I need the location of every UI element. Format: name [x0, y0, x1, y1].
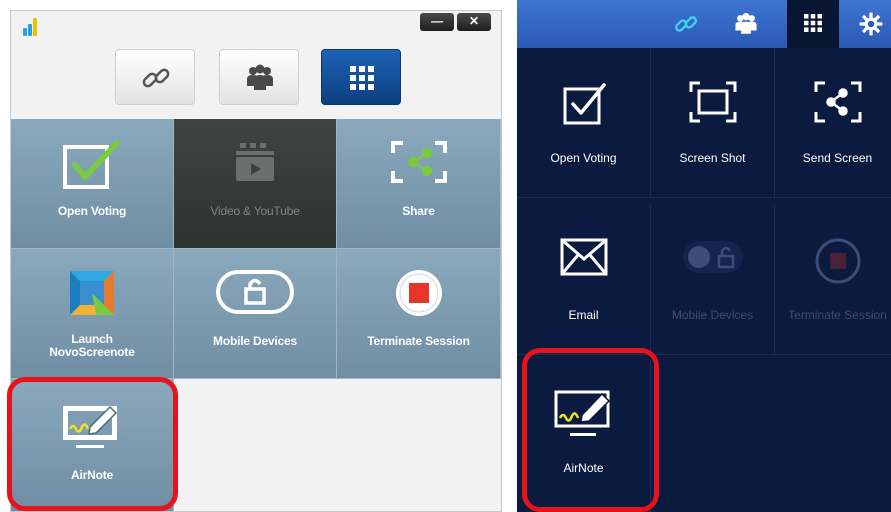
tile-email[interactable]: Email: [517, 205, 651, 355]
people-icon: [735, 13, 757, 34]
airnote-icon: [554, 390, 610, 436]
gear-icon: [859, 12, 883, 36]
people-icon: [247, 64, 273, 90]
grid-icon: [350, 66, 374, 90]
link-icon: [674, 16, 698, 32]
tile-label: Launch NovoScreenote: [49, 332, 135, 359]
tile-label: Share: [402, 204, 435, 218]
lock-icon: [216, 270, 294, 314]
tab-link[interactable]: [115, 49, 195, 105]
tile-launch-novoscreenote[interactable]: Launch NovoScreenote: [11, 249, 174, 379]
tile-send-screen[interactable]: Send Screen: [775, 48, 891, 198]
tile-label: Video & YouTube: [210, 204, 300, 218]
checkbox-icon: [563, 83, 606, 125]
novoscreenote-icon: [70, 271, 114, 315]
link-icon: [142, 68, 170, 88]
app-logo-icon: [23, 18, 39, 36]
title-bar: — ✕: [11, 11, 501, 41]
tile-terminate-session: Terminate Session: [775, 205, 891, 355]
tile-open-voting[interactable]: Open Voting: [517, 48, 651, 198]
tab-functions[interactable]: [787, 0, 839, 48]
tile-label: AirNote: [563, 461, 604, 475]
toggle-lock-icon: [682, 241, 743, 273]
share-screen-icon: [390, 141, 447, 183]
tile-label: Email: [568, 308, 599, 322]
empty-area: [174, 379, 501, 511]
desktop-app-window: — ✕ Open Voting Video & YouTube Share La…: [10, 10, 502, 512]
grid-icon: [804, 14, 822, 32]
tile-screen-shot[interactable]: Screen Shot: [651, 48, 775, 198]
tile-airnote[interactable]: AirNote: [517, 360, 651, 512]
checkbox-icon: [63, 140, 120, 189]
android-app-screen: Open Voting Screen Shot Send Screen Emai…: [517, 0, 891, 512]
tile-label: Mobile Devices: [213, 334, 297, 348]
close-button[interactable]: ✕: [457, 13, 491, 31]
envelope-icon: [560, 238, 607, 276]
tile-label: AirNote: [71, 468, 113, 482]
tile-label: Open Voting: [57, 204, 127, 218]
tab-functions[interactable]: [321, 49, 401, 105]
share-screen-icon: [814, 81, 861, 123]
tile-mobile-devices[interactable]: Mobile Devices: [174, 249, 337, 379]
tile-label: Send Screen: [802, 151, 873, 165]
tile-mobile-devices: Mobile Devices: [651, 205, 775, 355]
top-tab-bar: [517, 0, 891, 48]
video-clapper-icon: [236, 143, 274, 181]
stop-icon: [815, 238, 860, 284]
tab-settings[interactable]: [847, 0, 891, 48]
tile-label: Mobile Devices: [671, 308, 754, 322]
tile-airnote[interactable]: AirNote: [11, 379, 174, 511]
minimize-button[interactable]: —: [420, 13, 454, 31]
tile-label: Screen Shot: [679, 151, 746, 165]
tab-link[interactable]: [662, 0, 708, 48]
tile-label: Open Voting: [550, 151, 617, 165]
stop-icon: [395, 270, 442, 316]
tile-terminate-session[interactable]: Terminate Session: [337, 249, 501, 379]
tile-share[interactable]: Share: [337, 119, 501, 249]
screenshot-icon: [689, 81, 736, 123]
tab-users[interactable]: [219, 49, 299, 105]
airnote-icon: [63, 405, 118, 448]
tile-video-youtube: Video & YouTube: [174, 119, 337, 249]
tile-open-voting[interactable]: Open Voting: [11, 119, 174, 249]
tile-label: Terminate Session: [367, 334, 470, 348]
tab-users[interactable]: [722, 0, 768, 48]
tile-label: Terminate Session: [788, 308, 887, 322]
